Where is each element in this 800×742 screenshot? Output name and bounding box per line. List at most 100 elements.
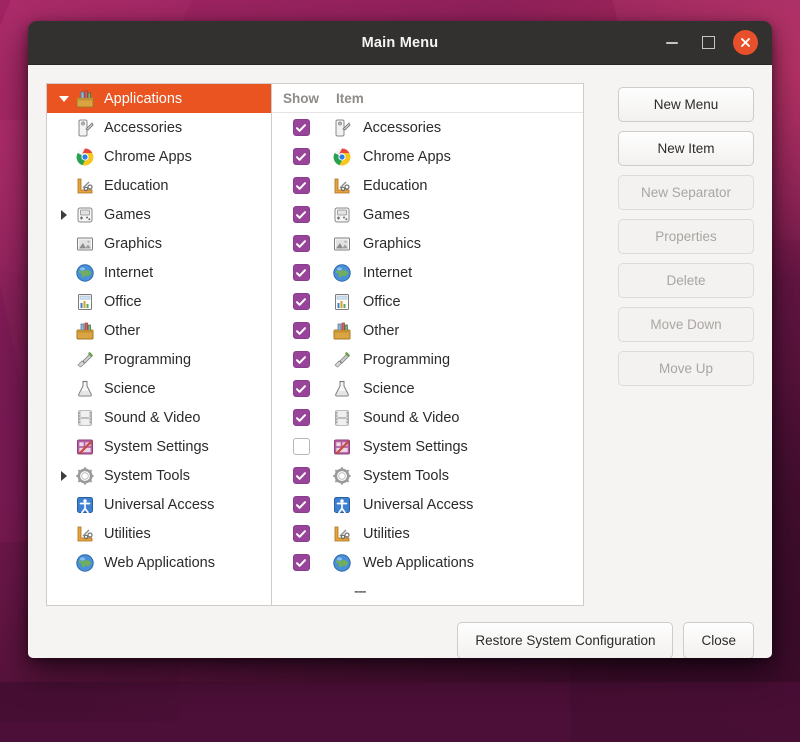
show-checkbox[interactable] — [293, 322, 310, 339]
expander-right-icon[interactable] — [55, 210, 73, 220]
system-settings-icon — [73, 437, 97, 457]
new-menu-button[interactable]: New Menu — [618, 87, 754, 122]
expander-down-icon[interactable] — [55, 96, 73, 102]
tree-item-graphics[interactable]: Graphics — [47, 229, 271, 258]
tree-item-sound-video[interactable]: Sound & Video — [47, 403, 271, 432]
list-item-separator[interactable]: --- — [272, 577, 583, 606]
properties-button: Properties — [618, 219, 754, 254]
list-item-label: Sound & Video — [363, 410, 459, 426]
list-item-science[interactable]: Science — [272, 374, 583, 403]
show-checkbox[interactable] — [293, 380, 310, 397]
show-checkbox-cell[interactable] — [272, 235, 330, 252]
list-item-graphics[interactable]: Graphics — [272, 229, 583, 258]
tree-item-web-applications[interactable]: Web Applications — [47, 548, 271, 577]
tree-item-label: Programming — [104, 352, 191, 368]
show-checkbox[interactable] — [293, 119, 310, 136]
show-checkbox[interactable] — [293, 264, 310, 281]
list-item-programming[interactable]: Programming — [272, 345, 583, 374]
footer-buttons: Restore System Configuration Close — [46, 622, 754, 658]
new-item-button[interactable]: New Item — [618, 131, 754, 166]
show-checkbox[interactable] — [293, 177, 310, 194]
tree-item-universal-access[interactable]: Universal Access — [47, 490, 271, 519]
action-buttons-column: New MenuNew ItemNew SeparatorPropertiesD… — [618, 83, 754, 606]
show-checkbox-cell[interactable] — [272, 467, 330, 484]
list-item-chrome-apps[interactable]: Chrome Apps — [272, 142, 583, 171]
show-checkbox[interactable] — [293, 148, 310, 165]
show-checkbox[interactable] — [293, 438, 310, 455]
close-button[interactable]: Close — [683, 622, 754, 658]
list-item-accessories[interactable]: Accessories — [272, 113, 583, 142]
show-checkbox-cell[interactable] — [272, 438, 330, 455]
show-checkbox[interactable] — [293, 525, 310, 542]
window-titlebar[interactable]: Main Menu — [28, 21, 772, 65]
show-checkbox-cell[interactable] — [272, 206, 330, 223]
list-item-utilities[interactable]: Utilities — [272, 519, 583, 548]
show-checkbox-cell[interactable] — [272, 351, 330, 368]
tree-item-applications[interactable]: Applications — [47, 84, 271, 113]
window-controls — [661, 30, 772, 55]
tree-item-label: Universal Access — [104, 497, 214, 513]
list-item-office[interactable]: Office — [272, 287, 583, 316]
tree-item-internet[interactable]: Internet — [47, 258, 271, 287]
tree-item-system-tools[interactable]: System Tools — [47, 461, 271, 490]
list-item-label: Internet — [363, 265, 412, 281]
list-item-label: Utilities — [363, 526, 410, 542]
show-checkbox[interactable] — [293, 206, 310, 223]
list-item-education[interactable]: Education — [272, 171, 583, 200]
expander-right-icon[interactable] — [55, 471, 73, 481]
tree-item-other[interactable]: Other — [47, 316, 271, 345]
tree-item-programming[interactable]: Programming — [47, 345, 271, 374]
show-checkbox[interactable] — [293, 496, 310, 513]
office-icon — [330, 292, 354, 312]
education-icon — [73, 176, 97, 196]
show-checkbox-cell[interactable] — [272, 293, 330, 310]
list-item-system-settings[interactable]: System Settings — [272, 432, 583, 461]
tree-item-office[interactable]: Office — [47, 287, 271, 316]
maximize-icon[interactable] — [697, 32, 719, 54]
show-checkbox[interactable] — [293, 467, 310, 484]
show-checkbox-cell[interactable] — [272, 148, 330, 165]
show-checkbox[interactable] — [293, 409, 310, 426]
show-checkbox-cell[interactable] — [272, 496, 330, 513]
show-checkbox-cell[interactable] — [272, 322, 330, 339]
system-settings-icon — [330, 437, 354, 457]
show-checkbox-cell[interactable] — [272, 177, 330, 194]
close-icon[interactable] — [733, 30, 758, 55]
show-checkbox-cell[interactable] — [272, 409, 330, 426]
list-item-system-tools[interactable]: System Tools — [272, 461, 583, 490]
list-item-universal-access[interactable]: Universal Access — [272, 490, 583, 519]
restore-system-configuration-button[interactable]: Restore System Configuration — [457, 622, 673, 658]
show-checkbox-cell[interactable] — [272, 380, 330, 397]
item-list-panel[interactable]: Show Item AccessoriesChrome AppsEducatio… — [271, 83, 584, 606]
tree-item-accessories[interactable]: Accessories — [47, 113, 271, 142]
list-item-sound-video[interactable]: Sound & Video — [272, 403, 583, 432]
list-item-games[interactable]: Games — [272, 200, 583, 229]
list-item-other[interactable]: Other — [272, 316, 583, 345]
show-checkbox-cell[interactable] — [272, 554, 330, 571]
web-applications-icon — [73, 553, 97, 573]
list-item-web-applications[interactable]: Web Applications — [272, 548, 583, 577]
list-item-label: Office — [363, 294, 401, 310]
list-item-label: Universal Access — [363, 497, 473, 513]
tree-item-chrome-apps[interactable]: Chrome Apps — [47, 142, 271, 171]
show-checkbox-cell[interactable] — [272, 525, 330, 542]
window-body: Applications AccessoriesChrome AppsEducat… — [28, 65, 772, 658]
show-checkbox-cell[interactable] — [272, 264, 330, 281]
show-checkbox-cell[interactable] — [272, 119, 330, 136]
list-item-internet[interactable]: Internet — [272, 258, 583, 287]
minimize-icon[interactable] — [661, 32, 683, 54]
show-checkbox[interactable] — [293, 351, 310, 368]
utilities-icon — [330, 524, 354, 544]
tree-item-science[interactable]: Science — [47, 374, 271, 403]
tree-item-education[interactable]: Education — [47, 171, 271, 200]
tree-item-system-settings[interactable]: System Settings — [47, 432, 271, 461]
show-checkbox[interactable] — [293, 293, 310, 310]
tree-item-label: Utilities — [104, 526, 151, 542]
menu-tree-panel[interactable]: Applications AccessoriesChrome AppsEducat… — [46, 83, 271, 606]
tree-item-utilities[interactable]: Utilities — [47, 519, 271, 548]
tree-item-label: Applications — [104, 91, 182, 107]
office-icon — [73, 292, 97, 312]
tree-item-games[interactable]: Games — [47, 200, 271, 229]
show-checkbox[interactable] — [293, 235, 310, 252]
show-checkbox[interactable] — [293, 554, 310, 571]
